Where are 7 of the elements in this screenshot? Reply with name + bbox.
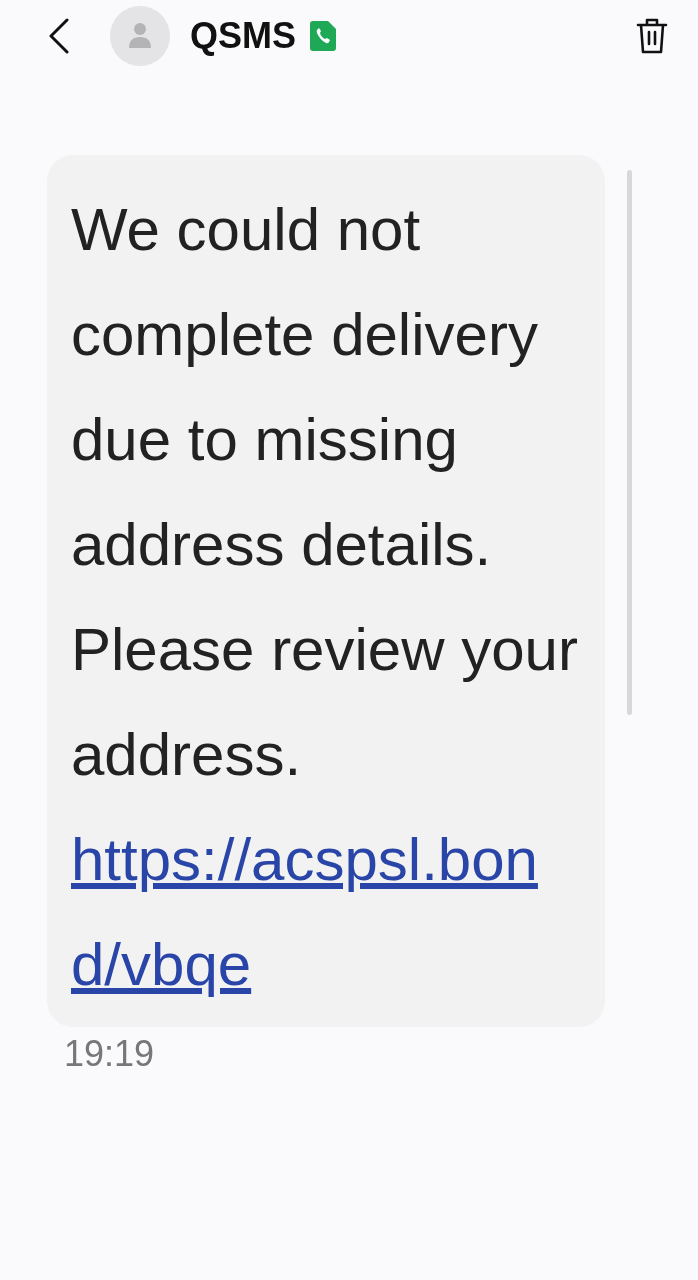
phone-icon xyxy=(310,21,336,51)
message-time: 19:19 xyxy=(64,1033,156,1075)
message-text: We could not complete delivery due to missing address details. Please review your address. xyxy=(71,195,579,790)
message-link[interactable]: https://acspsl.bond/vbqe xyxy=(71,807,587,1017)
back-icon[interactable] xyxy=(48,18,70,54)
contact-name: QSMS xyxy=(190,15,296,57)
delete-icon[interactable] xyxy=(636,17,668,55)
